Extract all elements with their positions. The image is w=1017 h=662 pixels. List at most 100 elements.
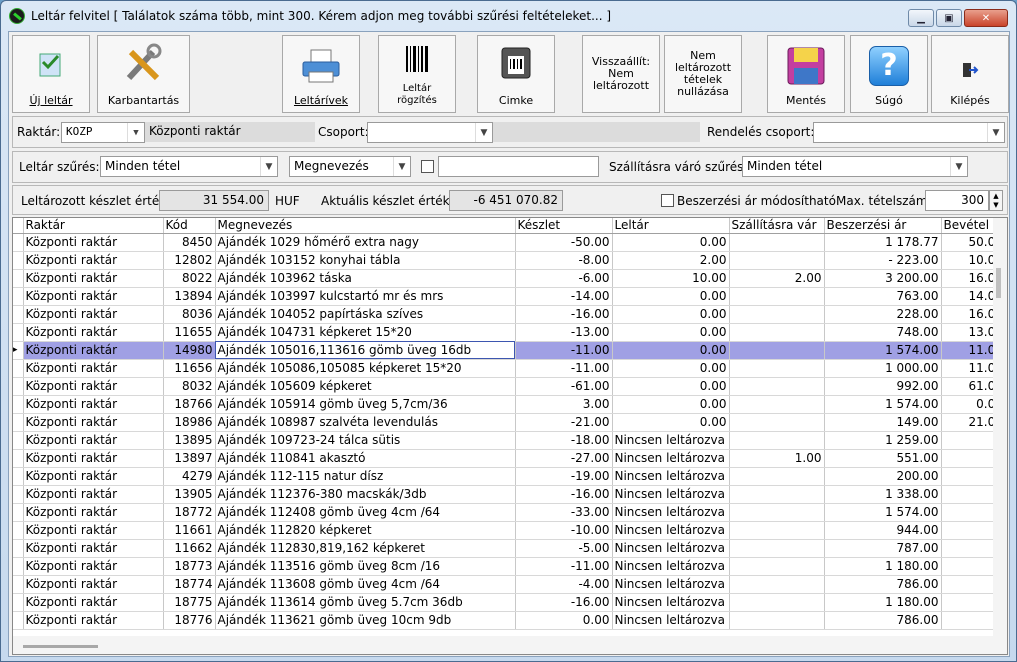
cell-warehouse[interactable]: Központi raktár: [23, 521, 164, 540]
cell-name[interactable]: Ajándék 113614 gömb üveg 5.7cm 36db: [215, 593, 516, 612]
cell-stock[interactable]: -4.00: [515, 575, 613, 594]
cell-purchase-price[interactable]: 944.00: [824, 521, 942, 540]
cell-code[interactable]: 18774: [163, 575, 216, 594]
cell-name[interactable]: Ajándék 104052 papírtáska szíves: [215, 305, 516, 324]
row-indicator[interactable]: [13, 305, 24, 324]
cell-purchase-price[interactable]: 1 259.00: [824, 431, 942, 450]
cell-stock[interactable]: -10.00: [515, 521, 613, 540]
cell-warehouse[interactable]: Központi raktár: [23, 377, 164, 396]
label-button[interactable]: Cimke: [477, 35, 555, 113]
cell-inventory[interactable]: 10.00: [612, 269, 730, 288]
row-indicator[interactable]: [13, 611, 24, 630]
cell-inventory[interactable]: Nincsen leltározva: [612, 557, 730, 576]
cell-warehouse[interactable]: Központi raktár: [23, 251, 164, 270]
row-indicator[interactable]: [13, 323, 24, 342]
cell-warehouse[interactable]: Központi raktár: [23, 431, 164, 450]
row-indicator[interactable]: [13, 233, 24, 252]
row-indicator[interactable]: [13, 467, 24, 486]
row-indicator[interactable]: [13, 503, 24, 522]
row-indicator[interactable]: [13, 539, 24, 558]
cell-inventory[interactable]: 0.00: [612, 323, 730, 342]
cell-warehouse[interactable]: Központi raktár: [23, 575, 164, 594]
column-header-name[interactable]: Megnevezés: [215, 218, 516, 234]
row-indicator[interactable]: [13, 269, 24, 288]
cell-code[interactable]: 8036: [163, 305, 216, 324]
table-row[interactable]: Központi raktár 8032 Ajándék 105609 képker…: [13, 377, 1006, 396]
cell-name[interactable]: Ajándék 105086,105085 képkeret 15*20: [215, 359, 516, 378]
cell-code[interactable]: 8022: [163, 269, 216, 288]
column-header-purchase-price[interactable]: Beszerzési ár: [824, 218, 942, 234]
cell-warehouse[interactable]: Központi raktár: [23, 467, 164, 486]
cell-warehouse[interactable]: Központi raktár: [23, 305, 164, 324]
order-group-select[interactable]: ▼: [813, 122, 1005, 143]
cell-awaiting-shipping[interactable]: 1.00: [729, 449, 825, 468]
row-indicator[interactable]: [13, 485, 24, 504]
table-row[interactable]: Központi raktár 8022 Ajándék 103962 táska -…: [13, 269, 1006, 288]
cell-inventory[interactable]: Nincsen leltározva: [612, 575, 730, 594]
row-indicator[interactable]: ▸: [13, 341, 24, 360]
zero-items-button[interactable]: Nem leltározott tételek nullázása: [664, 35, 742, 113]
cell-name[interactable]: Ajándék 105914 gömb üveg 5,7cm/36: [215, 395, 516, 414]
cell-awaiting-shipping[interactable]: [729, 521, 825, 540]
row-indicator[interactable]: [13, 395, 24, 414]
table-row[interactable]: Központi raktár 18776 Ajándék 113621 gömb …: [13, 611, 1006, 630]
row-indicator[interactable]: [13, 557, 24, 576]
maximize-button[interactable]: ▣: [936, 9, 962, 27]
table-row[interactable]: Központi raktár 18766 Ajándék 105914 gömb …: [13, 395, 1006, 414]
cell-purchase-price[interactable]: 992.00: [824, 377, 942, 396]
row-indicator[interactable]: [13, 251, 24, 270]
cell-awaiting-shipping[interactable]: [729, 593, 825, 612]
cell-awaiting-shipping[interactable]: [729, 467, 825, 486]
cell-warehouse[interactable]: Központi raktár: [23, 611, 164, 630]
table-row[interactable]: Központi raktár 12802 Ajándék 103152 konyh…: [13, 251, 1006, 270]
cell-code[interactable]: 18776: [163, 611, 216, 630]
cell-stock[interactable]: 3.00: [515, 395, 613, 414]
cell-stock[interactable]: 0.00: [515, 611, 613, 630]
cell-code[interactable]: 18772: [163, 503, 216, 522]
cell-stock[interactable]: -16.00: [515, 305, 613, 324]
cell-warehouse[interactable]: Központi raktár: [23, 395, 164, 414]
warehouse-select[interactable]: KOZP ▼: [61, 122, 145, 143]
cell-inventory[interactable]: Nincsen leltározva: [612, 521, 730, 540]
cell-purchase-price[interactable]: 786.00: [824, 611, 942, 630]
vertical-scrollbar[interactable]: [993, 218, 1007, 638]
table-row[interactable]: Központi raktár 11661 Ajándék 112820 képke…: [13, 521, 1006, 540]
cell-stock[interactable]: -16.00: [515, 485, 613, 504]
cell-inventory[interactable]: 0.00: [612, 359, 730, 378]
record-button[interactable]: Leltár rögzítés: [378, 35, 456, 113]
row-indicator[interactable]: [13, 413, 24, 432]
cell-awaiting-shipping[interactable]: 2.00: [729, 269, 825, 288]
cell-code[interactable]: 18773: [163, 557, 216, 576]
row-indicator[interactable]: [13, 593, 24, 612]
group-select[interactable]: ▼: [367, 122, 493, 143]
cell-code[interactable]: 11655: [163, 323, 216, 342]
minimize-button[interactable]: ▁: [908, 9, 934, 27]
cell-code[interactable]: 18986: [163, 413, 216, 432]
cell-name[interactable]: Ajándék 112830,819,162 képkeret: [215, 539, 516, 558]
cell-inventory[interactable]: Nincsen leltározva: [612, 485, 730, 504]
cell-inventory[interactable]: Nincsen leltározva: [612, 593, 730, 612]
cell-warehouse[interactable]: Központi raktár: [23, 413, 164, 432]
row-indicator[interactable]: [13, 377, 24, 396]
vertical-scroll-thumb[interactable]: [996, 268, 1001, 298]
cell-purchase-price[interactable]: 1 180.00: [824, 593, 942, 612]
cell-code[interactable]: 13897: [163, 449, 216, 468]
table-row[interactable]: Központi raktár 11656 Ajándék 105086,10508…: [13, 359, 1006, 378]
maintenance-button[interactable]: Karbantartás: [97, 35, 190, 113]
cell-warehouse[interactable]: Központi raktár: [23, 593, 164, 612]
cell-name[interactable]: Ajándék 109723-24 tálca sütis: [215, 431, 516, 450]
cell-stock[interactable]: -8.00: [515, 251, 613, 270]
table-row[interactable]: Központi raktár 18775 Ajándék 113614 gömb …: [13, 593, 1006, 612]
cell-purchase-price[interactable]: 149.00: [824, 413, 942, 432]
cell-inventory[interactable]: 2.00: [612, 251, 730, 270]
inventory-grid[interactable]: Raktár Kód Megnevezés Készlet Leltár Szállítá…: [12, 217, 1008, 655]
cell-code[interactable]: 11656: [163, 359, 216, 378]
cell-purchase-price[interactable]: 1 574.00: [824, 341, 942, 360]
cell-warehouse[interactable]: Központi raktár: [23, 233, 164, 252]
search-input[interactable]: [438, 156, 599, 177]
cell-stock[interactable]: -11.00: [515, 341, 613, 360]
cell-awaiting-shipping[interactable]: [729, 485, 825, 504]
cell-name[interactable]: Ajándék 113608 gömb üveg 4cm /64: [215, 575, 516, 594]
cell-inventory[interactable]: 0.00: [612, 395, 730, 414]
sheets-button[interactable]: Leltárívek: [282, 35, 360, 113]
